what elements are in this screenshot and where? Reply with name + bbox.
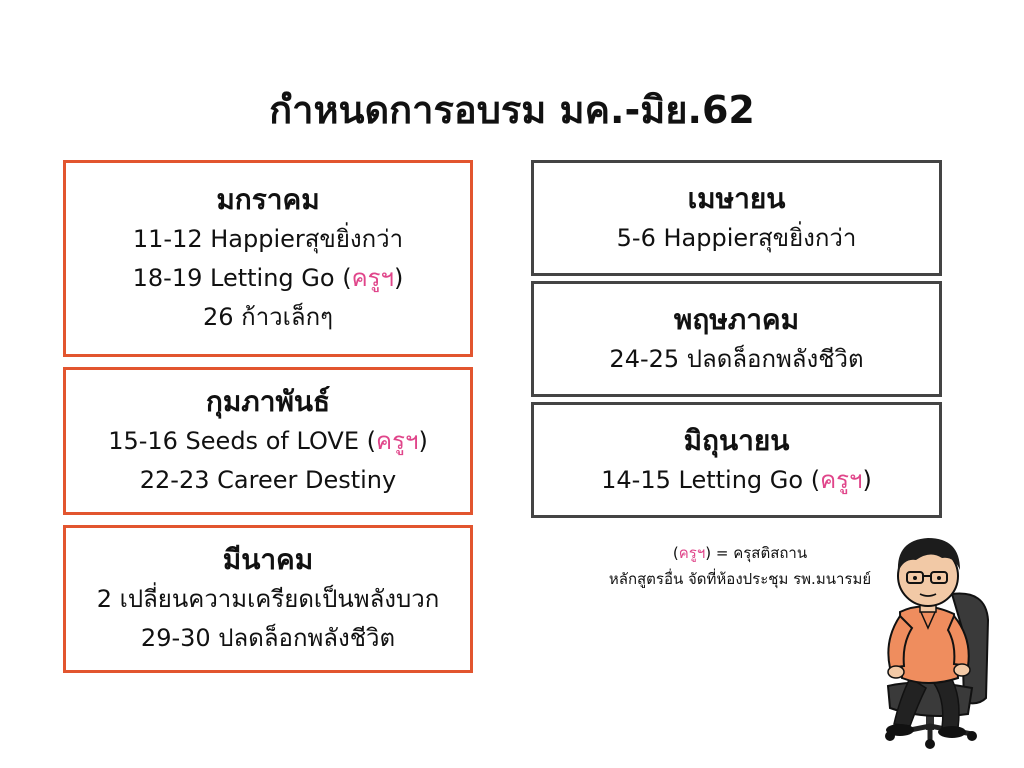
event-text: 18-19 Letting Go ( (132, 264, 352, 292)
event-line: 5-6 Happierสุขยิ่งกว่า (616, 223, 857, 252)
teacher-tag: ครูฯ (678, 544, 706, 562)
event-line: 11-12 Happierสุขยิ่งกว่า (132, 225, 404, 253)
event-line: 29-30 ปลดล็อกพลังชีวิต (140, 624, 396, 652)
month-box-march: มีนาคม 2 เปลี่ยนความเครียดเป็นพลังบวก 29… (63, 525, 473, 673)
month-name-march: มีนาคม (222, 543, 314, 576)
teacher-tag: ครูฯ (376, 427, 419, 455)
month-box-february: กุมภาพันธ์ 15-16 Seeds of LOVE (ครูฯ) 22… (63, 367, 473, 515)
footnote-text: ) = ครุสติสถาน (705, 544, 808, 562)
event-line: 18-19 Letting Go (ครูฯ) (133, 259, 404, 298)
month-name-june: มิถุนายน (683, 423, 790, 457)
month-box-june: มิถุนายน 14-15 Letting Go (ครูฯ) (531, 402, 942, 518)
event-line: 22-23 Career Destiny (139, 466, 397, 494)
month-box-april: เมษายน 5-6 Happierสุขยิ่งกว่า (531, 160, 942, 276)
month-box-may: พฤษภาคม 24-25 ปลดล็อกพลังชีวิต (531, 281, 942, 397)
event-line: 14-15 Letting Go (ครูฯ) (601, 461, 872, 500)
month-name-april: เมษายน (687, 181, 786, 215)
month-box-january: มกราคม 11-12 Happierสุขยิ่งกว่า 18-19 Le… (63, 160, 473, 357)
event-line: 26 ก้าวเล็กๆ (203, 303, 333, 331)
event-text: ) (418, 427, 428, 455)
teacher-tag: ครูฯ (820, 465, 863, 494)
event-text: 15-16 Seeds of LOVE ( (108, 427, 377, 455)
event-text: ) (862, 465, 872, 494)
teacher-tag: ครูฯ (351, 264, 394, 292)
month-name-february: กุมภาพันธ์ (205, 385, 331, 418)
event-text: 14-15 Letting Go ( (601, 465, 821, 494)
page-title: กำหนดการอบรม มค.-มิย.62 (269, 88, 755, 132)
month-name-january: มกราคม (216, 183, 320, 216)
man-in-chair-icon (885, 538, 990, 749)
event-line: 24-25 ปลดล็อกพลังชีวิต (609, 344, 864, 373)
event-line: 15-16 Seeds of LOVE (ครูฯ) (108, 422, 428, 461)
event-line: 2 เปลี่ยนความเครียดเป็นพลังบวก (96, 585, 440, 613)
event-text: ) (393, 264, 404, 292)
month-name-may: พฤษภาคม (673, 302, 800, 336)
